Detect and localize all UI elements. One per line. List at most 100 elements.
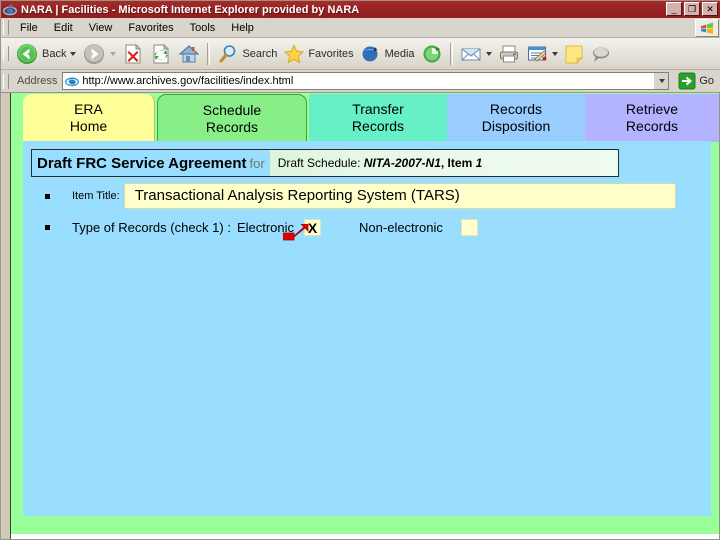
refresh-icon: [153, 43, 170, 63]
tab-schedule-records-line2: Records: [205, 118, 259, 135]
schedule-prefix-label: Draft Schedule:: [277, 156, 361, 170]
tab-transfer-records-line1: Transfer: [352, 101, 404, 117]
edit-page-icon: [527, 46, 547, 62]
history-button[interactable]: [418, 41, 446, 67]
notes-button[interactable]: [561, 41, 587, 67]
menu-item-file[interactable]: File: [12, 20, 46, 36]
schedule-reference: Draft Schedule: NITA-2007-N1, Item 1: [270, 156, 483, 170]
browser-window: NARA | Facilities - Microsoft Internet E…: [0, 0, 720, 540]
print-button[interactable]: [495, 41, 523, 67]
go-button[interactable]: Go: [675, 71, 717, 91]
mail-dropdown-caret[interactable]: [485, 51, 492, 56]
address-input[interactable]: http://www.archives.gov/facilities/index…: [62, 72, 655, 90]
address-dropdown-button[interactable]: [654, 72, 670, 90]
internet-explorer-icon: [3, 3, 17, 17]
chevron-down-icon: [658, 79, 665, 83]
toolbar: Back Search Favorites Media: [1, 38, 720, 70]
close-button[interactable]: ✕: [702, 2, 718, 16]
tab-era-home[interactable]: ERA Home: [23, 94, 155, 142]
electronic-label: Electronic: [236, 220, 295, 235]
tab-records-disposition-line1: Records: [489, 101, 543, 117]
star-icon: [284, 43, 305, 63]
menu-item-edit[interactable]: Edit: [46, 20, 81, 36]
edit-button[interactable]: [523, 41, 561, 67]
go-label: Go: [699, 75, 714, 87]
discuss-icon: [592, 47, 609, 62]
back-arrow-icon: [17, 43, 37, 64]
item-title-row: Item Title: Transactional Analysis Repor…: [31, 183, 676, 209]
stop-icon: [125, 43, 142, 63]
agreement-header: Draft FRC Service Agreement for Draft Sc…: [31, 149, 619, 177]
menu-item-tools[interactable]: Tools: [182, 20, 224, 36]
page-body: ERA Home Schedule Records Transfer Recor…: [11, 93, 719, 534]
printer-icon: [499, 45, 518, 62]
home-icon: [179, 44, 200, 62]
tab-schedule-records[interactable]: Schedule Records: [157, 94, 307, 142]
restore-button[interactable]: ❐: [684, 2, 700, 16]
forward-arrow-icon: [84, 43, 105, 64]
tab-era-home-line2: Home: [69, 118, 108, 134]
tab-records-disposition[interactable]: Records Disposition: [447, 94, 585, 142]
go-arrow-icon: [678, 72, 696, 90]
tab-retrieve-records[interactable]: Retrieve Records: [585, 94, 719, 142]
item-title-value[interactable]: Transactional Analysis Reporting System …: [123, 183, 676, 209]
menu-item-view[interactable]: View: [81, 20, 121, 36]
address-drag-handle[interactable]: [3, 73, 9, 89]
page-left-gutter: [2, 93, 11, 539]
discuss-button[interactable]: [587, 41, 615, 67]
tab-retrieve-records-line1: Retrieve: [625, 101, 679, 117]
tab-era-home-line1: ERA: [74, 101, 103, 117]
tab-records-disposition-line2: Disposition: [481, 118, 551, 134]
minimize-button[interactable]: _: [666, 2, 682, 16]
item-label: , Item: [440, 156, 473, 170]
media-label: Media: [384, 47, 415, 60]
refresh-button[interactable]: [147, 41, 175, 67]
address-bar: Address http://www.archives.gov/faciliti…: [1, 70, 720, 93]
bullet-icon: [45, 193, 50, 199]
stop-button[interactable]: [119, 41, 147, 67]
page-favicon-icon: [65, 74, 80, 88]
back-dropdown-caret[interactable]: [70, 51, 77, 56]
page-title: Draft FRC Service Agreement: [32, 150, 250, 176]
nonelectronic-checkbox[interactable]: [460, 219, 478, 236]
back-label: Back: [42, 47, 67, 60]
edit-dropdown-caret[interactable]: [551, 51, 558, 56]
forward-dropdown-caret[interactable]: [110, 51, 117, 56]
home-button[interactable]: [175, 41, 203, 67]
item-number: 1: [475, 156, 483, 170]
record-type-row: Type of Records (check 1) : Electronic X…: [31, 219, 478, 241]
mail-button[interactable]: [457, 41, 495, 67]
search-icon: [219, 44, 236, 62]
window-controls: _ ❐ ✕: [666, 2, 718, 16]
menu-item-favorites[interactable]: Favorites: [120, 20, 181, 36]
forward-button[interactable]: [79, 41, 119, 67]
tab-schedule-records-line1: Schedule: [202, 101, 262, 118]
favorites-button[interactable]: Favorites: [280, 41, 356, 67]
toolbar-separator-2: [449, 42, 453, 65]
primary-nav-tabs: ERA Home Schedule Records Transfer Recor…: [23, 94, 719, 142]
toolbar-separator: [207, 42, 211, 65]
sticky-note-icon: [565, 45, 583, 64]
page-viewport: ERA Home Schedule Records Transfer Recor…: [2, 93, 719, 539]
media-button[interactable]: Media: [357, 41, 418, 67]
address-label: Address: [17, 75, 58, 87]
menu-drag-handle[interactable]: [3, 20, 9, 35]
electronic-checkbox-mark: X: [307, 219, 318, 236]
electronic-checkbox[interactable]: X: [282, 219, 322, 241]
tab-transfer-records-line2: Records: [351, 118, 405, 134]
nonelectronic-label: Non-electronic: [359, 220, 443, 235]
toolbar-drag-handle[interactable]: [3, 46, 9, 61]
record-type-label: Type of Records (check 1) :: [72, 220, 231, 235]
history-icon: [423, 45, 441, 62]
menu-item-help[interactable]: Help: [223, 20, 262, 36]
address-text: http://www.archives.gov/facilities/index…: [82, 75, 294, 87]
tab-transfer-records[interactable]: Transfer Records: [309, 94, 447, 142]
windows-flag-icon: [701, 22, 713, 34]
item-title-label: Item Title:: [72, 190, 120, 202]
mail-icon: [461, 48, 481, 60]
windows-logo-button[interactable]: [695, 19, 719, 37]
back-button[interactable]: Back: [12, 41, 79, 67]
search-label: Search: [242, 47, 278, 60]
page-footer-spacer: [11, 516, 719, 534]
search-button[interactable]: Search: [214, 41, 280, 67]
